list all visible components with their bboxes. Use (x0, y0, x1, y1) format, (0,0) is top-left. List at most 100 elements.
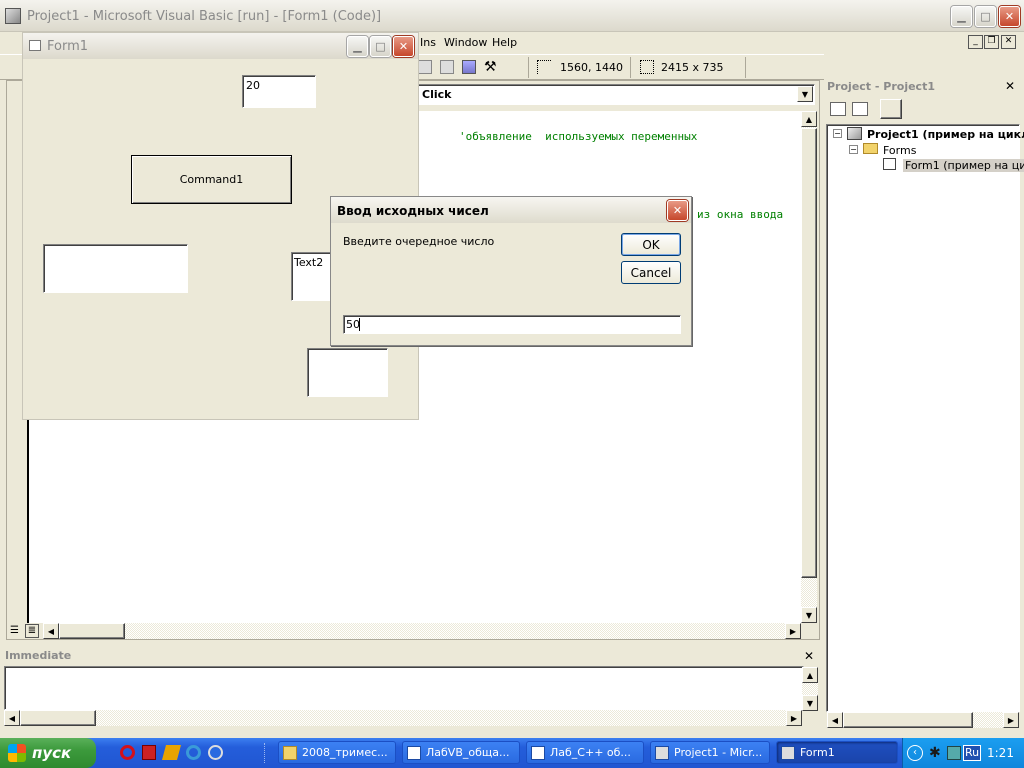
task-word-1[interactable]: ЛабVB_обща... (402, 741, 520, 764)
start-button[interactable]: пуск (0, 738, 96, 768)
hscroll-thumb[interactable] (59, 623, 125, 639)
text-box-left[interactable] (43, 244, 188, 293)
project-icon (847, 127, 862, 140)
task-folder-label: 2008_тримес... (302, 746, 388, 759)
immediate-close-icon[interactable]: ✕ (804, 649, 814, 663)
view-toggle: ☰ ≣ (8, 623, 42, 639)
system-tray: ‹ ✱ Ru 1:21 (902, 738, 1024, 768)
form1-close-button[interactable]: ✕ (393, 36, 414, 57)
task-vb[interactable]: Project1 - Micr... (650, 741, 770, 764)
procedure-view-icon[interactable]: ☰ (10, 625, 19, 636)
tree-project-root[interactable]: Project1 (пример на цикл (867, 128, 1024, 141)
cancel-button[interactable]: Cancel (621, 261, 681, 284)
mdi-restore-button[interactable]: ❐ (984, 35, 999, 49)
scroll-left-button[interactable]: ◀ (43, 623, 59, 639)
ok-label: OK (642, 237, 660, 252)
maximize-button[interactable]: □ (975, 6, 996, 27)
immediate-scroll-down[interactable]: ▼ (802, 695, 818, 711)
position-readout: 1560, 1440 (560, 61, 623, 74)
menu-ins[interactable]: Ins (420, 36, 436, 49)
close-button[interactable]: ✕ (999, 6, 1020, 27)
scroll-right-button[interactable]: ▶ (785, 623, 801, 639)
immediate-vscrollbar[interactable]: ▲ ▼ (802, 667, 818, 711)
code-vscrollbar[interactable]: ▲ ▼ (801, 111, 817, 623)
form1-minimize-button[interactable]: ▁ (347, 36, 368, 57)
immediate-scroll-left[interactable]: ◀ (4, 710, 20, 726)
code-hscrollbar[interactable]: ◀ ▶ (43, 623, 801, 639)
command1-button[interactable]: Command1 (131, 155, 292, 204)
tree-collapse-root-icon[interactable]: − (833, 129, 842, 138)
language-label: Ru (964, 746, 980, 759)
text-box-bottom[interactable] (307, 348, 388, 397)
vb-window-title: Project1 - Microsoft Visual Basic [run] … (27, 9, 382, 24)
scroll-up-button[interactable]: ▲ (801, 111, 817, 127)
input-dialog-close-button[interactable]: ✕ (667, 200, 688, 221)
ie-icon[interactable] (186, 745, 201, 760)
form1-maximize-button[interactable]: □ (370, 36, 391, 57)
clock: 1:21 (987, 746, 1014, 760)
immediate-scroll-up[interactable]: ▲ (802, 667, 818, 683)
project-tree[interactable]: − Project1 (пример на цикл − Forms Form1… (826, 124, 1024, 712)
tools-icon[interactable]: ⚒ (484, 59, 497, 75)
view-object-icon[interactable] (852, 102, 868, 116)
form1-title-bar: Form1 ▁ □ ✕ (23, 33, 418, 59)
project-hscrollbar[interactable]: ◀ ▶ (827, 712, 1019, 728)
position-icon (537, 60, 551, 74)
cancel-label: Cancel (630, 265, 672, 280)
immediate-editor[interactable] (4, 666, 804, 710)
immediate-hscrollbar[interactable]: ◀ ▶ (4, 710, 802, 726)
form1-title: Form1 (47, 39, 89, 54)
task-form1-label: Form1 (800, 746, 835, 759)
tray-expand-icon[interactable]: ‹ (907, 745, 923, 761)
form1-icon (29, 40, 41, 51)
scroll-thumb[interactable] (801, 128, 817, 578)
immediate-scroll-right[interactable]: ▶ (786, 710, 802, 726)
task-word-2[interactable]: Лаб_С++ об... (526, 741, 644, 764)
taskbar-grip (264, 743, 267, 763)
input-dialog: Ввод исходных чисел ✕ Введите очередное … (330, 196, 692, 346)
folder-task-icon (283, 745, 297, 760)
text-box-top[interactable]: 20 (242, 75, 316, 108)
mdi-minimize-button[interactable]: _ (968, 35, 983, 49)
toolbar-separator-3 (745, 57, 746, 78)
task-form1[interactable]: Form1 (776, 741, 898, 764)
tree-form1[interactable]: Form1 (пример на цикл (903, 159, 1024, 172)
procedure-combo[interactable]: Click ▼ (415, 84, 815, 105)
task-word-1-label: ЛабVB_обща... (426, 746, 510, 759)
scroll-down-button[interactable]: ▼ (801, 607, 817, 623)
tree-collapse-forms-icon[interactable]: − (849, 145, 858, 154)
language-indicator[interactable]: Ru (963, 745, 981, 761)
winamp-icon[interactable] (161, 745, 182, 760)
minimize-button[interactable]: ▁ (951, 6, 972, 27)
full-module-view-icon[interactable]: ≣ (25, 624, 39, 638)
text-box-top-value: 20 (246, 79, 260, 92)
toolbar-separator-2 (630, 57, 631, 78)
menu-help[interactable]: Help (492, 36, 517, 49)
toolbar-icon-b[interactable] (440, 60, 454, 74)
input-dialog-field[interactable]: 50 (343, 315, 681, 334)
ok-button[interactable]: OK (621, 233, 681, 256)
project-hscroll-thumb[interactable] (843, 712, 973, 728)
outlook-icon[interactable] (208, 745, 223, 760)
procedure-combo-arrow[interactable]: ▼ (797, 86, 813, 102)
size-icon (640, 60, 654, 74)
toolbar-icon-a[interactable] (418, 60, 432, 74)
project-scroll-left[interactable]: ◀ (827, 712, 843, 728)
tree-forms-folder[interactable]: Forms (883, 144, 916, 157)
toggle-folders-icon[interactable] (880, 99, 902, 119)
immediate-hscroll-thumb[interactable] (20, 710, 96, 726)
procedure-combo-value: Click (422, 88, 452, 101)
start-label: пуск (32, 744, 72, 762)
menu-window[interactable]: Window (444, 36, 487, 49)
save-icon[interactable] (142, 745, 156, 760)
opera-icon[interactable] (120, 745, 135, 760)
tray-network-icon[interactable] (947, 746, 961, 760)
tray-bug-icon[interactable]: ✱ (929, 745, 941, 761)
task-folder[interactable]: 2008_тримес... (278, 741, 396, 764)
input-dialog-field-value: 50 (346, 318, 360, 331)
toolbox-icon[interactable] (462, 60, 476, 74)
project-scroll-right[interactable]: ▶ (1003, 712, 1019, 728)
mdi-close-button[interactable]: ✕ (1001, 35, 1016, 49)
view-code-icon[interactable] (830, 102, 846, 116)
project-close-icon[interactable]: ✕ (1005, 79, 1015, 93)
